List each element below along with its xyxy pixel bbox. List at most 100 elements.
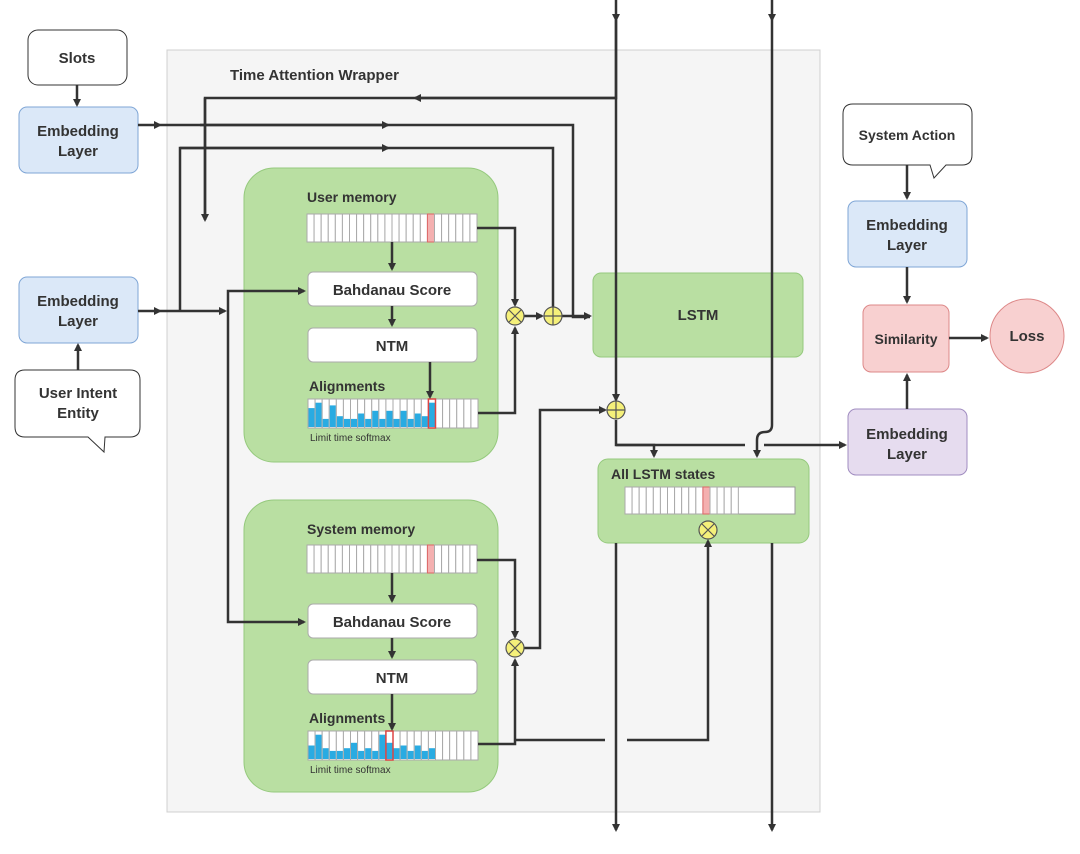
- user-intent-label: Entity: [57, 405, 99, 422]
- lstm-label: LSTM: [678, 307, 719, 324]
- alignment-bar: [428, 748, 435, 759]
- memory-cell: [638, 486, 647, 515]
- memory-cell: [455, 213, 464, 243]
- memory-cell: [462, 544, 471, 574]
- embedding-label: Embedding: [37, 293, 119, 310]
- memory-cell: [695, 486, 704, 515]
- memory-cell: [419, 213, 428, 243]
- user-alignments-bar: [307, 398, 479, 429]
- alignment-bar: [428, 402, 435, 427]
- add-operator-icon: [543, 306, 563, 326]
- user-memory-label: User memory: [307, 189, 397, 205]
- alignment-bar: [351, 418, 358, 427]
- memory-cell: [709, 486, 718, 515]
- embedding-label: Embedding: [866, 217, 948, 234]
- user-memory-bar: [306, 213, 478, 243]
- memory-cell: [730, 486, 739, 515]
- slots-embedding-layer: [18, 106, 139, 174]
- memory-cell: [426, 213, 435, 243]
- system-action-label: System Action: [859, 127, 956, 143]
- alignment-bar: [365, 418, 372, 427]
- memory-cell: [370, 544, 379, 574]
- user-embedding-layer: [18, 276, 139, 344]
- alignment-bar: [407, 418, 414, 427]
- similarity-label: Similarity: [874, 331, 937, 347]
- alignment-bar: [379, 734, 386, 759]
- embedding-label: Layer: [887, 237, 927, 254]
- memory-cell: [455, 544, 464, 574]
- memory-cell: [377, 544, 386, 574]
- alignment-bar: [414, 413, 421, 427]
- alignment-bar: [379, 418, 386, 427]
- alignment-bar: [372, 750, 379, 759]
- memory-cell: [363, 213, 372, 243]
- memory-cell: [341, 213, 350, 243]
- memory-cell: [398, 544, 407, 574]
- ntm-label: NTM: [376, 338, 409, 355]
- lstm-states-bar: [624, 486, 796, 515]
- loss-label: Loss: [1009, 328, 1044, 345]
- memory-cell: [449, 730, 458, 761]
- memory-cell: [624, 486, 633, 515]
- wrapper-title: Time Attention Wrapper: [230, 67, 399, 84]
- memory-cell: [327, 213, 336, 243]
- memory-cell: [306, 544, 315, 574]
- alignment-bar: [336, 416, 343, 427]
- memory-cell: [469, 213, 478, 243]
- user-intent-label: User Intent: [39, 385, 117, 402]
- memory-cell: [419, 544, 428, 574]
- memory-cell: [442, 398, 451, 429]
- memory-cell: [405, 544, 414, 574]
- alignment-bar: [308, 408, 315, 427]
- memory-cell: [723, 486, 732, 515]
- alignment-bar: [315, 402, 322, 427]
- memory-cell: [456, 730, 465, 761]
- memory-cell: [441, 213, 450, 243]
- alignment-bar: [365, 748, 372, 759]
- memory-cell: [405, 213, 414, 243]
- memory-cell: [426, 544, 435, 574]
- multiply-operator-icon: [698, 520, 718, 540]
- alignment-bar: [393, 418, 400, 427]
- memory-cell: [435, 730, 444, 761]
- memory-cell: [320, 544, 329, 574]
- memory-cell: [435, 398, 444, 429]
- alignment-bar: [421, 416, 428, 427]
- memory-cell: [449, 398, 458, 429]
- memory-cell: [456, 398, 465, 429]
- alignment-bar: [407, 750, 414, 759]
- add-operator-icon: [606, 400, 626, 420]
- all-lstm-states-label: All LSTM states: [611, 466, 715, 482]
- bahdanau-score-label: Bahdanau Score: [333, 282, 451, 299]
- alignment-bar: [386, 410, 393, 427]
- ntm-label: NTM: [376, 670, 409, 687]
- memory-cell: [631, 486, 640, 515]
- memory-cell: [384, 213, 393, 243]
- alignment-bar: [343, 748, 350, 759]
- multiply-operator-icon: [505, 638, 525, 658]
- memory-cell: [356, 544, 365, 574]
- alignment-bar: [358, 750, 365, 759]
- memory-cell: [334, 544, 343, 574]
- alignment-bar: [358, 413, 365, 427]
- alignment-bar: [322, 748, 329, 759]
- embedding-label: Embedding: [866, 426, 948, 443]
- memory-cell: [434, 213, 443, 243]
- softmax-label: Limit time softmax: [310, 765, 391, 776]
- alignments-label: Alignments: [309, 378, 385, 394]
- alignment-bar: [351, 742, 358, 759]
- alignment-bar: [343, 418, 350, 427]
- embedding-label: Layer: [887, 446, 927, 463]
- memory-cell: [313, 213, 322, 243]
- alignment-bar: [329, 750, 336, 759]
- memory-cell: [370, 213, 379, 243]
- alignment-bar: [400, 410, 407, 427]
- alignment-bar: [308, 745, 315, 759]
- memory-cell: [349, 213, 358, 243]
- alignment-bar: [400, 745, 407, 759]
- memory-cell: [356, 213, 365, 243]
- memory-cell: [334, 213, 343, 243]
- memory-cell: [398, 213, 407, 243]
- embedding-label: Layer: [58, 143, 98, 160]
- softmax-label: Limit time softmax: [310, 433, 391, 444]
